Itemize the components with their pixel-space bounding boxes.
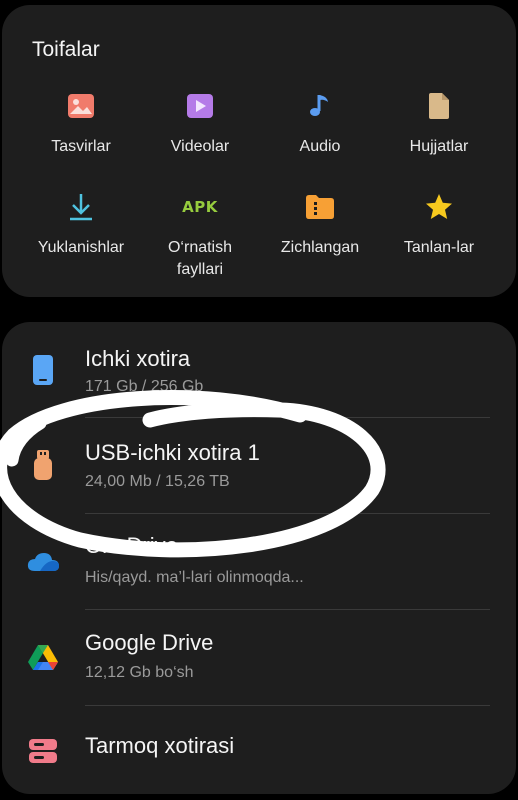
download-icon [63,189,99,225]
storage-subtitle: 171 Gb / 256 Gb [85,378,204,395]
storage-item-google-drive[interactable]: Google Drive 12,12 Gb bo‘sh [2,610,516,705]
category-apk[interactable]: APK O‘rnatish fayllari [135,189,265,281]
category-label: Tanlan-lar [403,239,475,256]
category-favorites[interactable]: Tanlan-lar [374,189,504,259]
category-compressed[interactable]: Zichlangan [255,189,385,259]
phone-storage-icon [26,353,60,387]
storage-subtitle: His/qayd. ma’l-lari olinmoqda... [85,569,304,586]
star-icon [421,189,457,225]
onedrive-cloud-icon [26,545,60,579]
storage-title: OneDrive [85,533,178,558]
category-label: Audio [299,138,341,155]
category-images[interactable]: Tasvirlar [16,88,146,158]
document-icon [421,88,457,124]
image-icon [63,88,99,124]
storage-title: Ichki xotira [85,346,191,371]
apk-icon: APK [182,189,218,225]
storage-item-network[interactable]: Tarmoq xotirasi [2,706,516,794]
categories-card: Toifalar Tasvirlar Videolar Audio Hujjat… [2,5,516,297]
storage-item-internal[interactable]: Ichki xotira 171 Gb / 256 Gb [2,322,516,417]
category-label: Tasvirlar [51,138,111,155]
storage-card: Ichki xotira 171 Gb / 256 Gb USB-ichki x… [2,322,516,794]
storage-subtitle: 12,12 Gb bo‘sh [85,664,194,681]
category-documents[interactable]: Hujjatlar [374,88,504,158]
google-drive-icon [26,640,60,674]
category-videos[interactable]: Videolar [135,88,265,158]
category-label: Yuklanishlar [37,239,125,256]
storage-title: Tarmoq xotirasi [85,733,235,758]
storage-title: Google Drive [85,630,214,655]
categories-title: Toifalar [32,38,100,61]
category-label: O‘rnatish fayllari [167,239,233,278]
storage-item-onedrive[interactable]: OneDrive His/qayd. ma’l-lari olinmoqda..… [2,514,516,609]
category-label: Hujjatlar [409,138,469,155]
archive-folder-icon [302,189,338,225]
storage-item-usb[interactable]: USB-ichki xotira 1 24,00 Mb / 15,26 TB [2,418,516,513]
category-audio[interactable]: Audio [255,88,385,158]
video-play-icon [182,88,218,124]
category-label: Videolar [170,138,230,155]
apk-icon-text: APK [182,198,218,216]
storage-title: USB-ichki xotira 1 [85,440,260,465]
category-label: Zichlangan [280,239,360,256]
category-downloads[interactable]: Yuklanishlar [16,189,146,259]
usb-drive-icon [26,448,60,482]
network-storage-icon [26,734,60,768]
storage-subtitle: 24,00 Mb / 15,26 TB [85,473,230,490]
music-note-icon [302,88,338,124]
